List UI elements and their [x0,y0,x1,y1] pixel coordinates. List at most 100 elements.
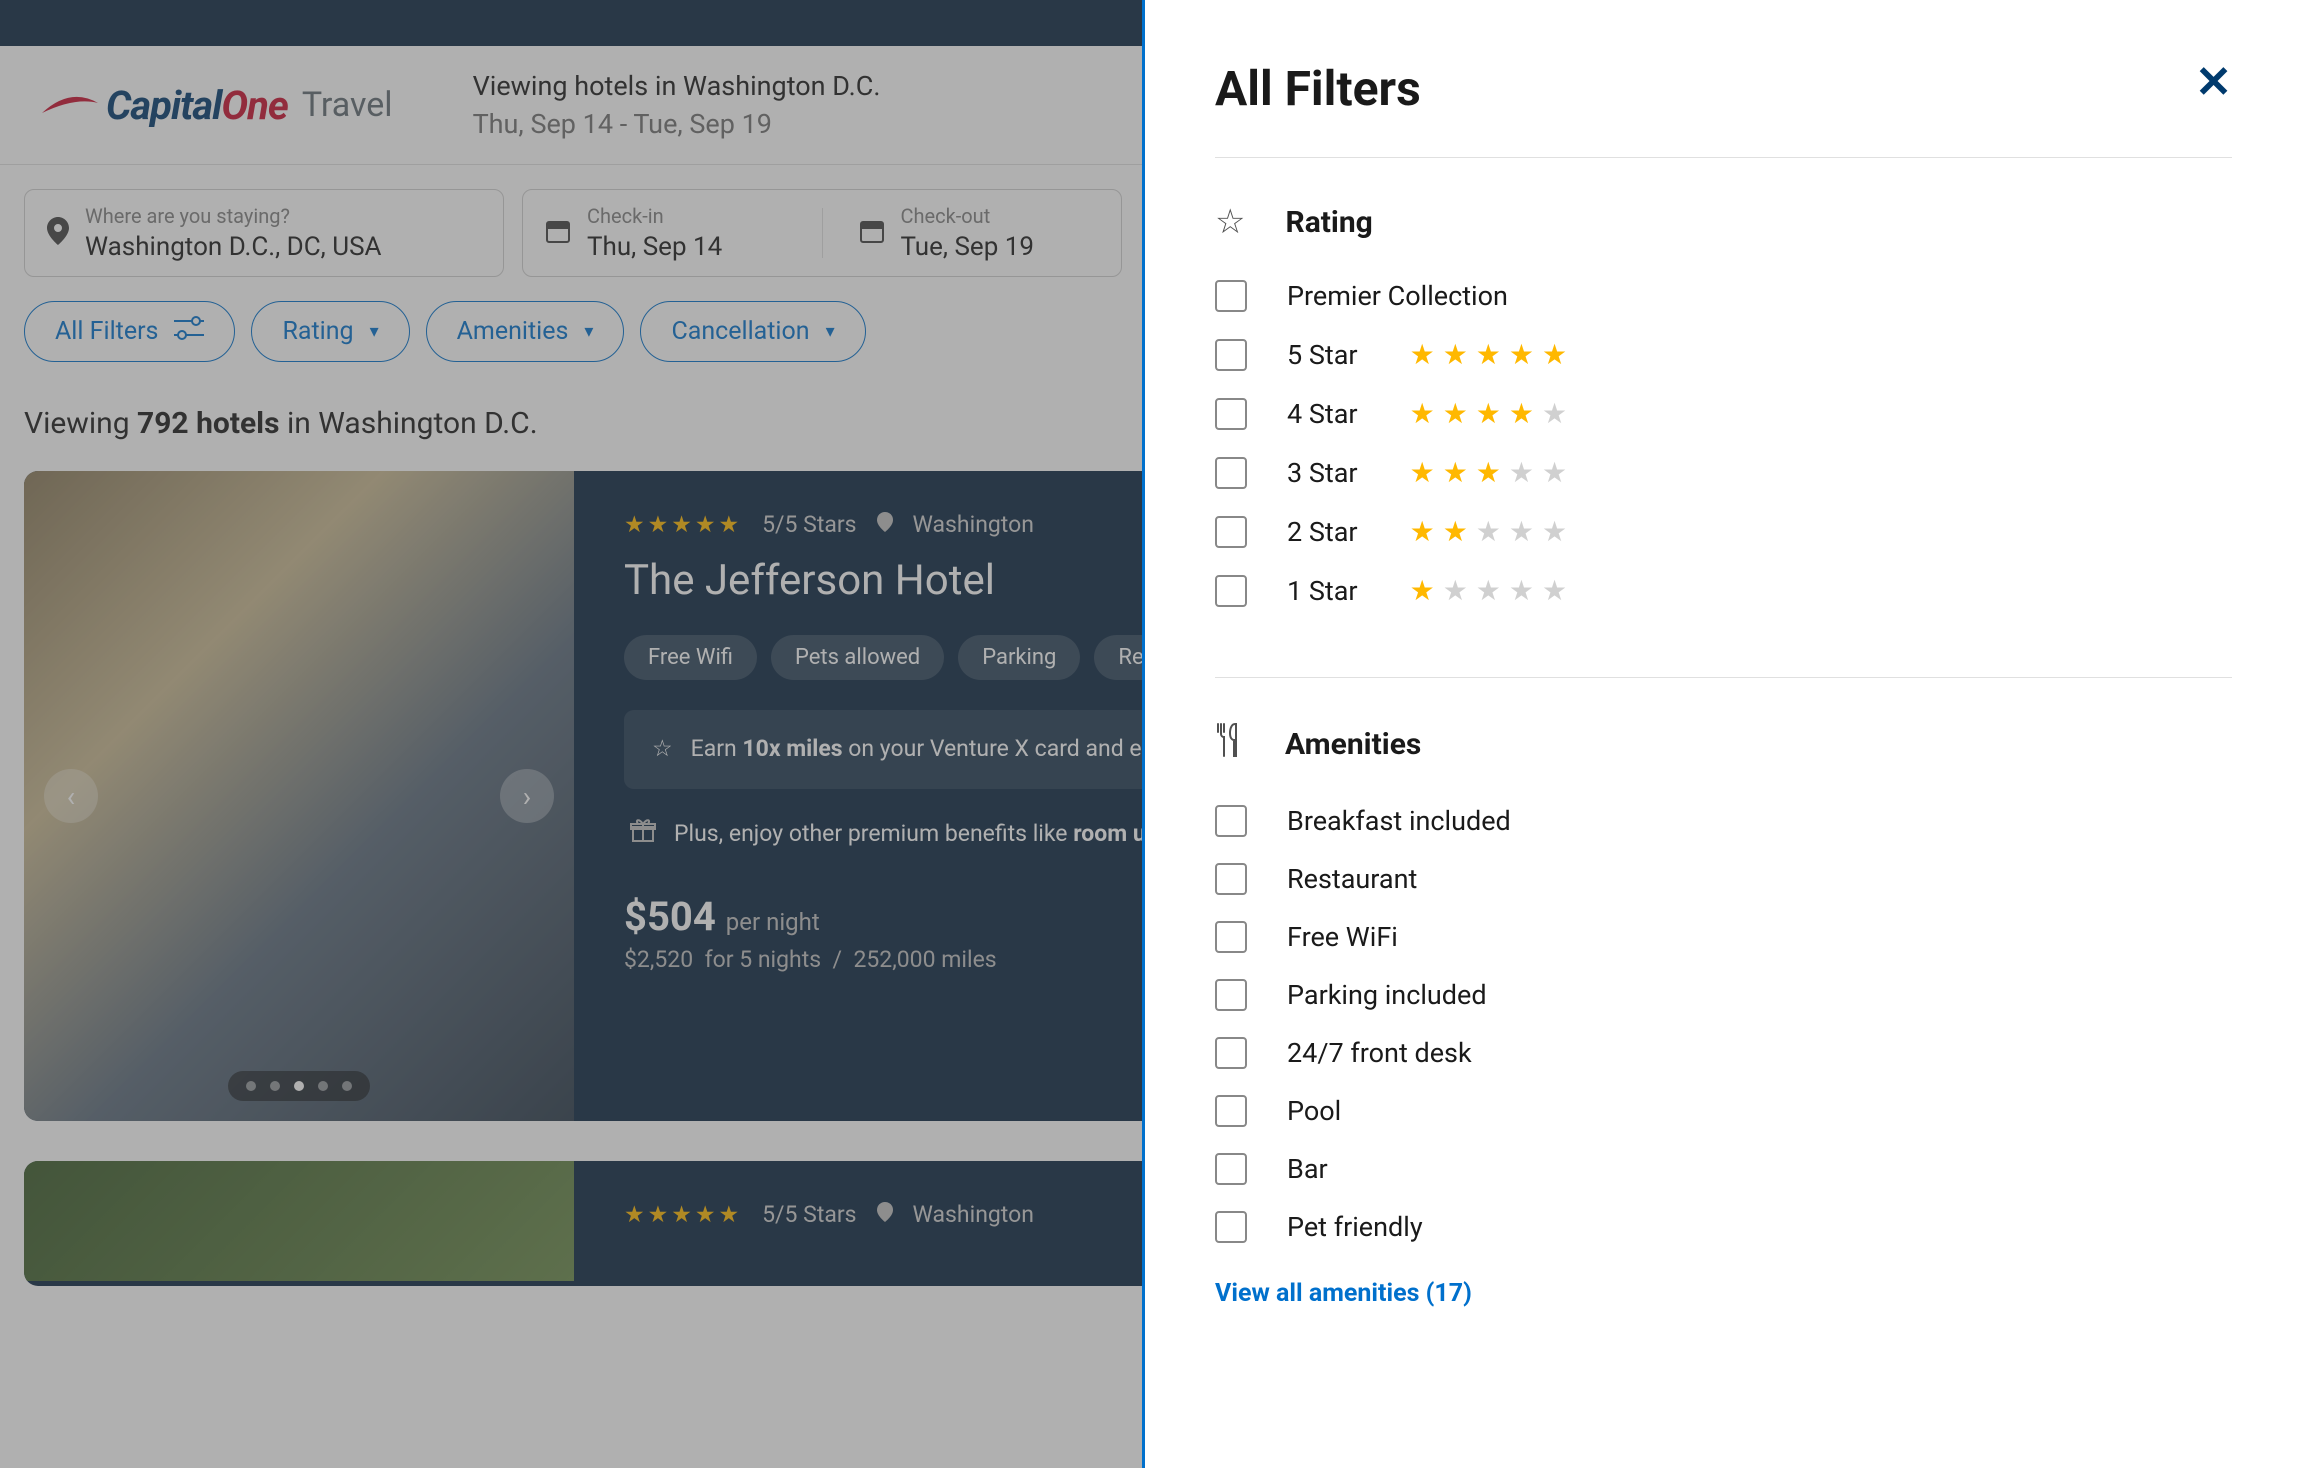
utensils-icon [1215,722,1245,767]
checkin-label: Check-in [587,204,786,228]
amenity-option[interactable]: Restaurant [1215,863,2232,895]
star-filled-icon: ★ [1476,397,1501,430]
location-pin-icon [877,511,893,538]
miles-bold: 10x miles [742,735,842,762]
rating-option[interactable]: 4 Star★★★★★ [1215,397,2232,430]
option-label: Pool [1287,1095,1341,1127]
amenities-chip[interactable]: Amenities ▾ [426,301,625,362]
checkbox[interactable] [1215,805,1247,837]
header-info: Viewing hotels in Washington D.C. Thu, S… [473,70,881,140]
checkbox[interactable] [1215,921,1247,953]
header-dates: Thu, Sep 14 - Tue, Sep 19 [473,108,881,140]
caret-down-icon: ▾ [370,321,379,342]
checkbox[interactable] [1215,575,1247,607]
close-button[interactable]: ✕ [2195,60,2232,104]
checkbox[interactable] [1215,979,1247,1011]
all-filters-chip[interactable]: All Filters [24,301,235,362]
checkbox[interactable] [1215,1211,1247,1243]
section-head: ☆ Rating [1215,202,2232,242]
star-outline-icon: ☆ [652,732,673,767]
option-label: 1 Star [1287,575,1358,607]
rating-option[interactable]: 1 Star★★★★★ [1215,574,2232,607]
carousel-dot[interactable] [294,1081,304,1091]
star-filled-icon: ★ [1476,338,1501,371]
star-filled-icon: ★ [1410,456,1435,489]
star-empty-icon: ★ [1476,515,1501,548]
hotel-image [24,1161,574,1281]
caret-down-icon: ▾ [584,321,593,342]
amenities-section: Amenities Breakfast included Restaurant Fr… [1215,678,2232,1352]
star-empty-icon: ★ [1542,515,1567,548]
pin-icon [47,217,69,249]
carousel-dot[interactable] [318,1081,328,1091]
rating-chip[interactable]: Rating ▾ [251,301,409,362]
cancellation-chip-label: Cancellation [671,317,809,346]
star-filled-icon: ★ [1410,574,1435,607]
star-empty-icon: ★ [1542,574,1567,607]
checkbox[interactable] [1215,398,1247,430]
price-total-label: for 5 nights [705,946,822,973]
star-rating-icon: ★★★★★ [624,1201,742,1228]
checkbox[interactable] [1215,457,1247,489]
section-head: Amenities [1215,722,2232,767]
checkbox[interactable] [1215,516,1247,548]
carousel-dot[interactable] [342,1081,352,1091]
option-label: Pet friendly [1287,1211,1423,1243]
calendar-icon [545,218,571,248]
amenity-option[interactable]: Bar [1215,1153,2232,1185]
hotel-city: Washington [913,1201,1034,1228]
star-filled-icon: ★ [1509,338,1534,371]
carousel-next-button[interactable]: › [500,769,554,823]
star-outline-icon: ☆ [1215,202,1245,242]
option-label: Premier Collection [1287,280,1508,312]
rating-option[interactable]: 3 Star★★★★★ [1215,456,2232,489]
logo[interactable]: CapitalOne Travel [40,82,393,129]
amenity-option[interactable]: Breakfast included [1215,805,2232,837]
dates-field[interactable]: Check-in Thu, Sep 14 Check-out Tue, Sep … [522,189,1122,277]
cancellation-chip[interactable]: Cancellation ▾ [640,301,865,362]
option-label: 5 Star [1287,339,1358,371]
amenity-option[interactable]: Pet friendly [1215,1211,2232,1243]
checkbox[interactable] [1215,1153,1247,1185]
star-empty-icon: ★ [1542,456,1567,489]
amenities-section-title: Amenities [1285,727,1421,762]
carousel-prev-button[interactable]: ‹ [44,769,98,823]
amenity-option[interactable]: Parking included [1215,979,2232,1011]
star-group: ★★★★★ [1410,397,1568,430]
logo-travel: Travel [302,85,393,125]
option-label: 24/7 front desk [1287,1037,1472,1069]
amenities-chip-label: Amenities [457,317,569,346]
star-empty-icon: ★ [1509,456,1534,489]
star-filled-icon: ★ [1410,338,1435,371]
checkbox[interactable] [1215,1095,1247,1127]
logo-text: CapitalOne [106,82,288,129]
checkin-value: Thu, Sep 14 [587,232,786,262]
amenity-option[interactable]: Pool [1215,1095,2232,1127]
rating-option[interactable]: Premier Collection [1215,280,2232,312]
star-group: ★★★★★ [1410,456,1568,489]
all-filters-label: All Filters [55,317,158,346]
checkbox[interactable] [1215,1037,1247,1069]
option-label: Bar [1287,1153,1328,1185]
location-field[interactable]: Where are you staying? Washington D.C., … [24,189,504,277]
header-viewing: Viewing hotels in Washington D.C. [473,70,881,102]
view-all-amenities-link[interactable]: View all amenities (17) [1215,1279,1472,1308]
checkbox[interactable] [1215,339,1247,371]
star-filled-icon: ★ [1410,397,1435,430]
rating-option[interactable]: 5 Star★★★★★ [1215,338,2232,371]
hotel-image: ‹ › [24,471,574,1121]
gift-icon [630,817,656,854]
rating-option[interactable]: 2 Star★★★★★ [1215,515,2232,548]
carousel-dot[interactable] [270,1081,280,1091]
location-value: Washington D.C., DC, USA [85,232,481,262]
option-label: Free WiFi [1287,921,1398,953]
price-total: $2,520 [624,946,693,973]
option-label: Parking included [1287,979,1487,1011]
checkbox[interactable] [1215,863,1247,895]
amenity-option[interactable]: Free WiFi [1215,921,2232,953]
star-filled-icon: ★ [1443,338,1468,371]
checkbox[interactable] [1215,280,1247,312]
amenity-option[interactable]: 24/7 front desk [1215,1037,2232,1069]
star-filled-icon: ★ [1476,456,1501,489]
carousel-dot[interactable] [246,1081,256,1091]
